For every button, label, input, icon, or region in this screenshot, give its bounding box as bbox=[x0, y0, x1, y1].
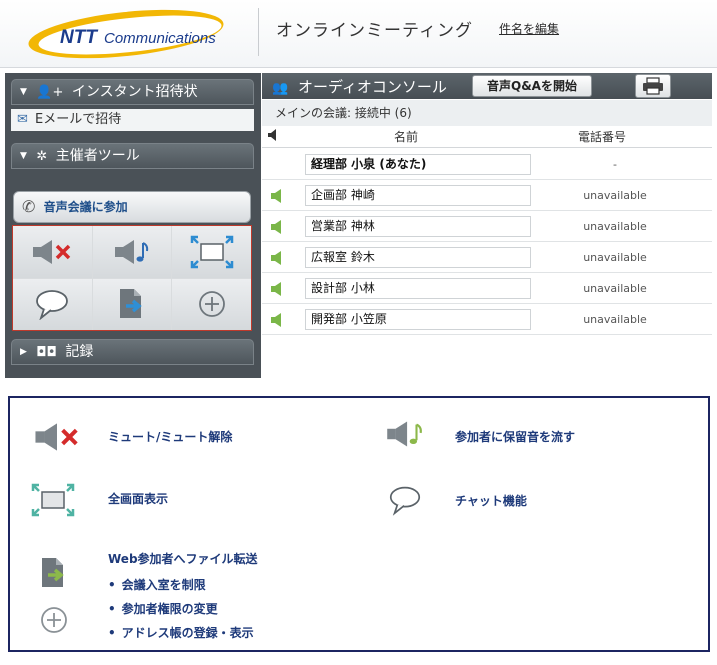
people-icon: 👥 bbox=[272, 81, 289, 96]
speaker-icon[interactable] bbox=[271, 312, 283, 331]
mute-button[interactable] bbox=[13, 226, 92, 278]
bullet-icon: • bbox=[108, 578, 116, 592]
speaker-icon[interactable] bbox=[271, 219, 283, 238]
record-header[interactable]: ▶ ◘◘ 記録 bbox=[11, 339, 254, 365]
chat-icon bbox=[36, 290, 69, 321]
file-transfer-icon bbox=[42, 558, 64, 587]
start-qa-button[interactable]: 音声Q&Aを開始 bbox=[472, 75, 592, 97]
company-logo: NTT Communications bbox=[26, 8, 236, 60]
participant-phone: - bbox=[613, 158, 617, 171]
meeting-status: メインの会議: 接続中 (6) bbox=[262, 100, 712, 126]
legend-sub-item: • 参加者権限の変更 bbox=[108, 600, 218, 617]
tape-icon: ◘◘ bbox=[36, 345, 57, 360]
record-label: 記録 bbox=[65, 344, 94, 360]
host-tools-header[interactable]: ▼ ✲ 主催者ツール bbox=[11, 143, 254, 169]
chat-button[interactable] bbox=[13, 278, 92, 330]
chevron-down-icon: ▼ bbox=[20, 151, 27, 161]
host-tool-grid bbox=[12, 225, 252, 331]
table-row[interactable]: 企画部 神崎 unavailable bbox=[262, 180, 712, 211]
print-button[interactable] bbox=[635, 74, 671, 98]
audio-console: 👥 オーディオコンソール 音声Q&Aを開始 メインの会議: 接続中 (6) 名前… bbox=[262, 73, 712, 338]
bullet-icon: • bbox=[108, 602, 116, 616]
mute-icon bbox=[33, 239, 71, 264]
app-header: NTT Communications オンラインミーティング 件名を編集 bbox=[0, 0, 717, 68]
legend-sub-item-label: 参加者権限の変更 bbox=[121, 602, 218, 616]
console-title: 👥 オーディオコンソール bbox=[272, 76, 447, 97]
console-toolbar: 👥 オーディオコンソール 音声Q&Aを開始 bbox=[262, 73, 712, 99]
legend-box: ミュート/ミュート解除 参加者に保留音を流す 全画面表示 チャット機能 Web参… bbox=[8, 396, 710, 652]
legend-sub-item-label: 会議入室を制限 bbox=[121, 578, 206, 592]
header-divider bbox=[258, 8, 259, 56]
fullscreen-icon bbox=[190, 235, 233, 268]
legend-file-transfer-label: Web参加者へファイル転送 bbox=[108, 552, 258, 566]
speaker-icon[interactable] bbox=[271, 250, 283, 269]
legend-mute-label: ミュート/ミュート解除 bbox=[108, 430, 233, 444]
gear-icon: ✲ bbox=[36, 149, 48, 164]
email-icon: ✉ bbox=[17, 112, 28, 127]
participant-phone: unavailable bbox=[583, 251, 647, 264]
join-audio-button[interactable]: ✆ 音声会議に参加 bbox=[13, 191, 251, 223]
participant-name: 企画部 神崎 bbox=[305, 185, 531, 206]
bullet-icon: • bbox=[108, 626, 116, 640]
participant-name: 営業部 神林 bbox=[305, 216, 531, 237]
edit-subject-link[interactable]: 件名を編集 bbox=[499, 20, 559, 37]
participant-name: 広報室 鈴木 bbox=[305, 247, 531, 268]
chevron-right-icon: ▶ bbox=[20, 347, 27, 357]
speaker-icon[interactable] bbox=[271, 188, 283, 207]
console-title-label: オーディオコンソール bbox=[297, 78, 447, 96]
more-options-button[interactable] bbox=[172, 278, 251, 330]
table-row[interactable]: 広報室 鈴木 unavailable bbox=[262, 242, 712, 273]
table-row[interactable]: 設計部 小林 unavailable bbox=[262, 273, 712, 304]
mute-icon bbox=[35, 423, 78, 451]
fullscreen-icon bbox=[31, 483, 75, 517]
fullscreen-button[interactable] bbox=[172, 226, 251, 278]
app-title: オンラインミーティング bbox=[276, 21, 473, 41]
participant-phone: unavailable bbox=[583, 220, 647, 233]
participant-name: 設計部 小林 bbox=[305, 278, 531, 299]
legend-sub-item-label: アドレス帳の登録・表示 bbox=[121, 626, 254, 640]
table-row[interactable]: 経理部 小泉 (あなた) - bbox=[262, 149, 712, 180]
participant-phone: unavailable bbox=[583, 282, 647, 295]
legend-sub-item: • アドレス帳の登録・表示 bbox=[108, 624, 254, 641]
table-row[interactable]: 開発部 小笠原 unavailable bbox=[262, 304, 712, 335]
hold-music-button[interactable] bbox=[92, 226, 172, 278]
host-tools-label: 主催者ツール bbox=[55, 148, 140, 164]
file-transfer-icon bbox=[119, 289, 142, 319]
chevron-down-icon: ▼ bbox=[20, 87, 27, 97]
hold-music-icon bbox=[114, 239, 149, 264]
phone-column-header: 電話番号 bbox=[578, 130, 627, 144]
speaker-icon[interactable] bbox=[271, 281, 283, 300]
legend-hold-music-label: 参加者に保留音を流す bbox=[455, 430, 576, 444]
table-row[interactable]: 営業部 神林 unavailable bbox=[262, 211, 712, 242]
instant-invite-label: インスタント招待状 bbox=[71, 84, 198, 100]
email-invite-label: Eメールで招待 bbox=[35, 112, 122, 127]
participant-phone: unavailable bbox=[583, 189, 647, 202]
svg-text:Communications: Communications bbox=[104, 30, 216, 47]
plus-icon bbox=[41, 607, 67, 633]
participants-table-header: 名前 電話番号 bbox=[262, 126, 712, 148]
add-person-icon: 👤+ bbox=[36, 85, 64, 100]
legend-chat-label: チャット機能 bbox=[455, 494, 527, 508]
hold-music-icon bbox=[387, 421, 422, 447]
file-transfer-button[interactable] bbox=[92, 278, 172, 330]
printer-icon bbox=[643, 77, 663, 95]
speaker-column-icon bbox=[268, 126, 278, 148]
svg-text:NTT: NTT bbox=[60, 27, 98, 48]
phone-icon: ✆ bbox=[22, 197, 36, 216]
left-panel: ▼ 👤+ インスタント招待状 ✉ Eメールで招待 ▼ ✲ 主催者ツール ✆ 音声… bbox=[5, 73, 261, 378]
participant-name: 経理部 小泉 (あなた) bbox=[305, 154, 531, 175]
legend-fullscreen-label: 全画面表示 bbox=[108, 492, 169, 506]
plus-icon bbox=[198, 291, 225, 318]
email-invite-link[interactable]: ✉ Eメールで招待 bbox=[11, 109, 254, 131]
chat-icon bbox=[389, 486, 421, 516]
instant-invite-header[interactable]: ▼ 👤+ インスタント招待状 bbox=[11, 79, 254, 105]
join-audio-label: 音声会議に参加 bbox=[43, 200, 128, 214]
participant-phone: unavailable bbox=[583, 313, 647, 326]
name-column-header: 名前 bbox=[394, 130, 419, 144]
legend-sub-item: • 会議入室を制限 bbox=[108, 576, 206, 593]
participant-name: 開発部 小笠原 bbox=[305, 309, 531, 330]
